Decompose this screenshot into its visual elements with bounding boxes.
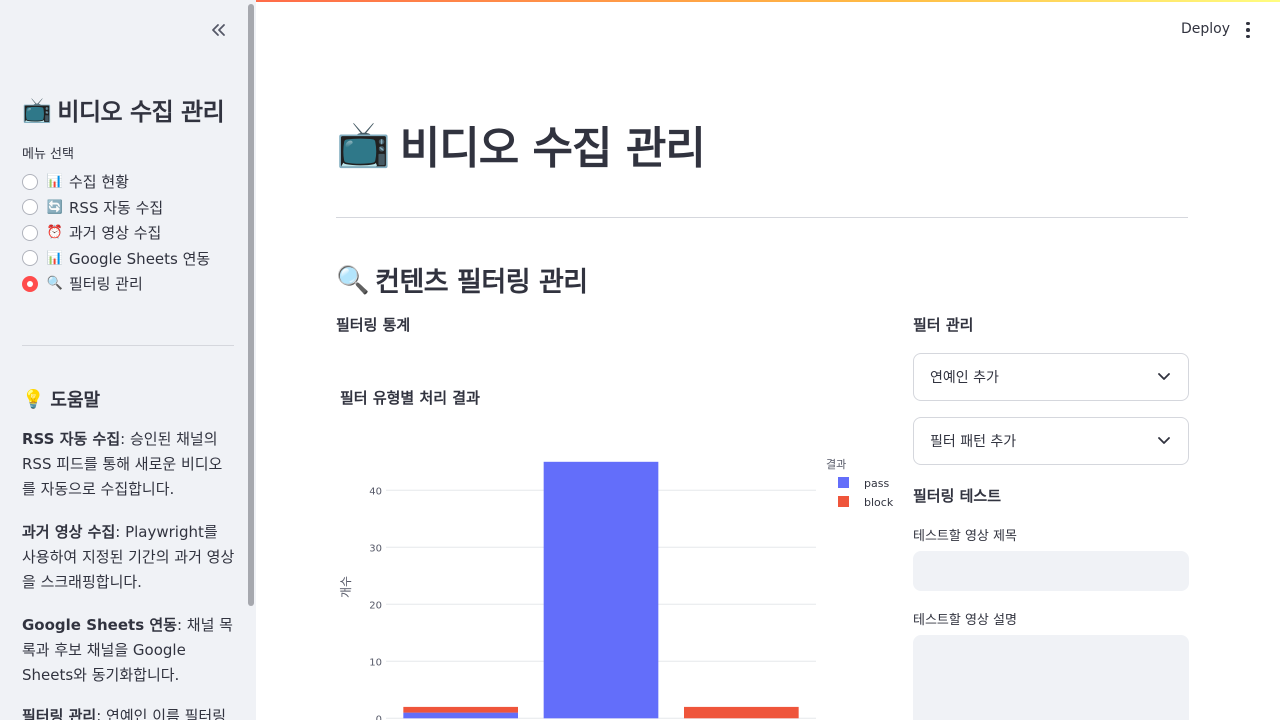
bar-pass — [403, 712, 518, 719]
deploy-button[interactable]: Deploy — [1181, 21, 1230, 37]
legend-swatch — [838, 477, 849, 488]
main-menu-button[interactable] — [1238, 20, 1258, 40]
sidebar: 📺 비디오 수집 관리 메뉴 선택 📊 수집 현황 🔄 RSS 자동 수집 ⏰ … — [0, 0, 256, 720]
expander-label: 연예인 추가 — [930, 370, 999, 386]
page-title-text: 비디오 수집 관리 — [399, 123, 706, 174]
bar-chart-icon: 📊 — [46, 250, 64, 266]
menu-radio-past-videos[interactable]: ⏰ 과거 영상 수집 — [22, 220, 210, 246]
help-paragraph-filtering: 필터링 관리: 연예인 이름 필터링과 — [22, 704, 236, 720]
help-term: RSS 자동 수집 — [22, 430, 121, 448]
legend-title: 결과 — [826, 458, 846, 471]
magnifier-icon: 🔍 — [46, 276, 64, 292]
menu-radio-group: 📊 수집 현황 🔄 RSS 자동 수집 ⏰ 과거 영상 수집 📊 Google … — [22, 169, 210, 297]
help-paragraph-past: 과거 영상 수집: Playwright를 사용하여 지정된 기간의 과거 영상… — [22, 520, 236, 595]
help-term: 필터링 관리 — [22, 707, 97, 720]
filter-test-heading: 필터링 테스트 — [913, 487, 1002, 505]
sidebar-scrollbar[interactable] — [248, 4, 254, 606]
filter-management-heading: 필터 관리 — [913, 316, 974, 334]
menu-radio-rss[interactable]: 🔄 RSS 자동 수집 — [22, 195, 210, 221]
test-title-label: 테스트할 영상 제목 — [913, 529, 1017, 544]
kebab-dot — [1246, 21, 1250, 26]
help-paragraph-sheets: Google Sheets 연동: 채널 목록과 후보 채널을 Google S… — [22, 613, 236, 688]
kebab-dot — [1246, 34, 1250, 39]
chevron-down-icon — [1158, 437, 1170, 444]
test-description-textarea[interactable] — [913, 635, 1189, 720]
double-chevron-left-icon — [212, 24, 225, 36]
tv-icon: 📺 — [336, 119, 391, 170]
refresh-icon: 🔄 — [46, 199, 64, 215]
y-tick-label: 30 — [369, 543, 382, 554]
section-title: 🔍 컨텐츠 필터링 관리 — [336, 260, 588, 299]
alarm-clock-icon: ⏰ — [46, 225, 64, 241]
radio-button[interactable] — [22, 224, 38, 241]
bar-block — [684, 706, 799, 719]
kebab-dot — [1246, 28, 1250, 32]
chart-title: 필터 유형별 처리 결과 — [340, 389, 480, 407]
add-filter-pattern-expander[interactable]: 필터 패턴 추가 — [913, 417, 1189, 465]
bar-pass — [543, 461, 659, 719]
menu-radio-collection-status[interactable]: 📊 수집 현황 — [22, 169, 210, 195]
legend-label: block — [864, 496, 894, 509]
menu-radio-label: 수집 현황 — [69, 173, 129, 192]
legend-label: pass — [864, 477, 889, 490]
help-heading-text: 도움말 — [50, 390, 101, 411]
menu-radio-filtering[interactable]: 🔍 필터링 관리 — [22, 271, 210, 297]
sidebar-divider — [22, 345, 234, 346]
collapse-sidebar-button[interactable] — [206, 18, 230, 42]
y-axis-label: 개수 — [339, 576, 353, 598]
help-term: Google Sheets 연동 — [22, 616, 177, 634]
help-heading: 💡 도움말 — [22, 386, 100, 412]
test-title-input[interactable] — [913, 551, 1189, 591]
y-tick-label: 20 — [369, 600, 382, 611]
chevron-down-icon — [1158, 373, 1170, 380]
menu-radio-google-sheets[interactable]: 📊 Google Sheets 연동 — [22, 246, 210, 272]
tv-icon: 📺 — [22, 95, 52, 124]
radio-button[interactable] — [22, 173, 38, 190]
help-paragraph-rss: RSS 자동 수집: 승인된 채널의 RSS 피드를 통해 새로운 비디오를 자… — [22, 427, 236, 502]
radio-button[interactable] — [22, 199, 38, 216]
legend-swatch — [838, 496, 849, 507]
sidebar-title: 📺 비디오 수집 관리 — [22, 92, 225, 127]
menu-radio-label: 과거 영상 수집 — [69, 224, 162, 243]
bar-chart-icon: 📊 — [46, 174, 64, 190]
sidebar-title-text: 비디오 수집 관리 — [57, 98, 225, 126]
add-celebrity-expander[interactable]: 연예인 추가 — [913, 353, 1189, 401]
menu-radio-label: RSS 자동 수집 — [69, 198, 164, 217]
bar-block — [403, 706, 518, 713]
menu-radio-label: 필터링 관리 — [69, 275, 143, 294]
radio-button[interactable] — [22, 250, 38, 267]
magnifier-icon: 🔍 — [336, 264, 370, 296]
menu-radio-label: Google Sheets 연동 — [69, 249, 211, 268]
lightbulb-icon: 💡 — [22, 388, 45, 410]
test-description-label: 테스트할 영상 설명 — [913, 613, 1017, 628]
expander-label: 필터 패턴 추가 — [930, 434, 1017, 450]
stats-heading: 필터링 통계 — [336, 316, 411, 334]
section-title-text: 컨텐츠 필터링 관리 — [375, 267, 588, 298]
radio-button-selected[interactable] — [22, 275, 38, 292]
title-divider — [336, 217, 1188, 218]
y-tick-label: 10 — [369, 657, 382, 668]
page-title: 📺 비디오 수집 관리 — [336, 112, 706, 176]
help-term: 과거 영상 수집 — [22, 523, 116, 541]
y-tick-label: 40 — [369, 486, 382, 497]
filter-result-chart[interactable]: 필터 유형별 처리 결과 0 10 20 30 40 개수 결과 pass block — [336, 370, 896, 720]
chart-svg: 필터 유형별 처리 결과 0 10 20 30 40 개수 결과 pass block — [339, 389, 894, 720]
menu-select-label: 메뉴 선택 — [22, 147, 74, 162]
y-tick-label: 0 — [376, 714, 382, 720]
